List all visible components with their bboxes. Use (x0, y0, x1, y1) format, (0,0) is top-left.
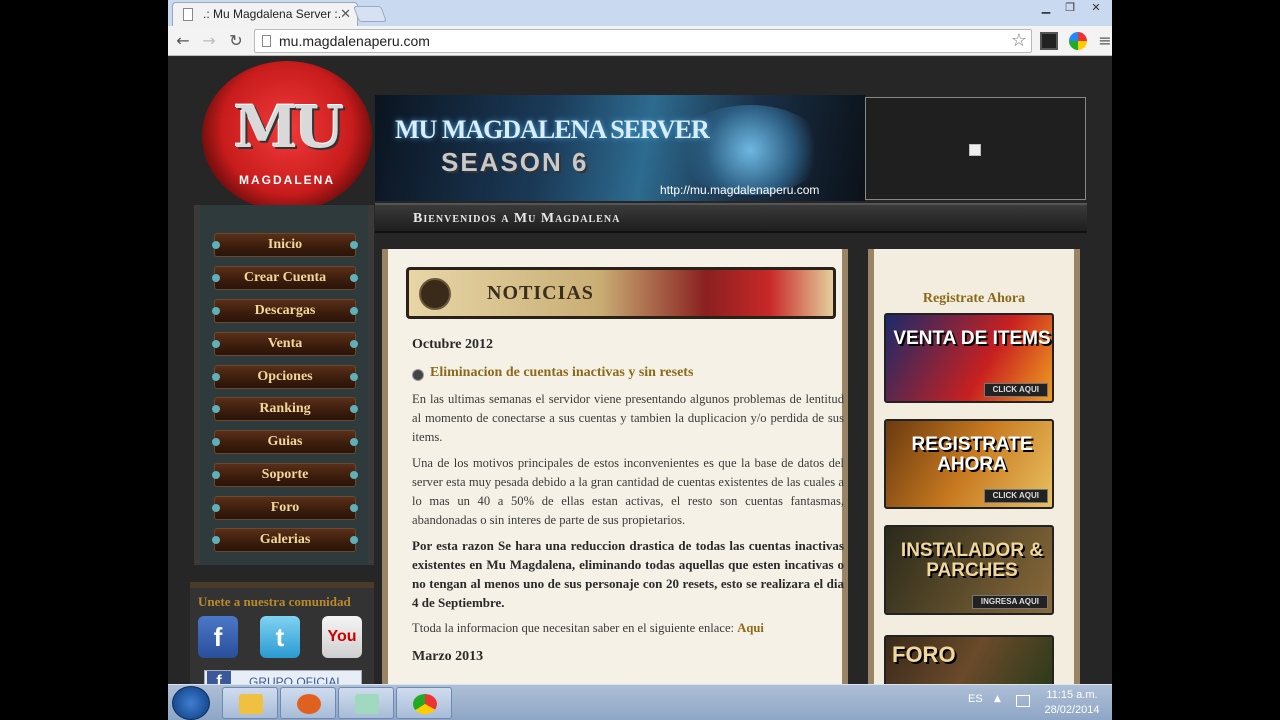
registrate-title: Registrate Ahora (922, 291, 1026, 306)
nav-item-galerias[interactable]: Galerias (212, 528, 358, 552)
start-button[interactable] (172, 686, 210, 720)
taskbar-notes[interactable] (338, 687, 394, 719)
facebook-mini-icon: f (207, 671, 231, 684)
bookmark-star-icon[interactable]: ☆ (1011, 30, 1027, 51)
promo-button[interactable]: CLICK AQUI (983, 383, 1048, 397)
nav-item-inicio[interactable]: Inicio (212, 233, 358, 257)
grupo-label: GRUPO OFICIAL (249, 675, 344, 684)
extension-icon[interactable] (1040, 32, 1058, 50)
news-section-title: NOTICIAS (487, 282, 594, 304)
community-title: Unete a nuestra comunidad (198, 594, 351, 609)
news-headline-1[interactable]: Eliminacion de cuentas inactivas y sin r… (412, 365, 693, 381)
language-indicator[interactable]: ES (968, 693, 983, 705)
promo-foro[interactable]: FORO (884, 635, 1054, 684)
youtube-icon[interactable]: You (322, 616, 362, 658)
news-month-1: Octubre 2012 (412, 337, 494, 352)
close-window-icon[interactable]: ✕ (1084, 0, 1108, 18)
show-hidden-icons[interactable]: ▲ (994, 694, 1001, 704)
notes-icon (355, 694, 379, 714)
twitter-icon[interactable]: t (260, 616, 300, 658)
logo-text: MU (233, 93, 345, 161)
restore-icon[interactable]: ❐ (1058, 0, 1082, 18)
forward-icon[interactable]: → (198, 30, 220, 52)
system-clock[interactable]: 11:15 a.m. 28/02/2014 (1038, 688, 1106, 718)
news-header-banner: NOTICIAS (406, 267, 836, 319)
promo-venta-items[interactable]: VENTA DE ITEMS CLICK AQUI (884, 313, 1054, 403)
news-paragraph-3: Por esta razon Se hara una reduccion dra… (412, 538, 844, 610)
welcome-text: Bienvenidos a Mu Magdalena (413, 211, 621, 226)
taskbar-app[interactable] (280, 687, 336, 719)
nav-item-venta[interactable]: Venta (212, 332, 358, 356)
promo-title: INSTALADOR & PARCHES (900, 540, 1044, 581)
browser-toolbar: ← → ↻ mu.magdalenaperu.com ☆ ≡ (168, 26, 1112, 56)
clock-time: 11:15 a.m. (1046, 689, 1098, 701)
minimize-icon[interactable]: ▁ (1034, 0, 1058, 18)
community-panel: Unete a nuestra comunidad f t You f GRUP… (190, 582, 374, 684)
clock-date: 28/02/2014 (1044, 704, 1100, 716)
nav-item-ranking[interactable]: Ranking (212, 397, 358, 421)
nav-item-guias[interactable]: Guias (212, 430, 358, 454)
nav-item-opciones[interactable]: Opciones (212, 365, 358, 389)
promo-button[interactable]: INGRESA AQUI (971, 595, 1048, 609)
book-icon (419, 278, 451, 310)
title-bar: .: Mu Magdalena Server :. ✕ ▁ ❐ ✕ (168, 0, 1112, 26)
browser-window: .: Mu Magdalena Server :. ✕ ▁ ❐ ✕ ← → ↻ … (168, 0, 1112, 684)
back-icon[interactable]: ← (172, 30, 194, 52)
chrome-extension-icon[interactable] (1069, 32, 1087, 50)
right-sidebar: Registrate Ahora VENTA DE ITEMS CLICK AQ… (868, 249, 1080, 684)
taskbar-explorer[interactable] (222, 687, 278, 719)
nav-item-crear-cuenta[interactable]: Crear Cuenta (212, 266, 358, 290)
news-paragraph-4: Ttoda la informacion que necesitan saber… (412, 619, 844, 638)
promo-button[interactable]: CLICK AQUI (983, 489, 1048, 503)
browser-tab[interactable]: .: Mu Magdalena Server :. ✕ (172, 2, 358, 26)
news-paragraph-4-text: Ttoda la informacion que necesitan saber… (412, 621, 735, 635)
header-banner: MU MAGDALENA SERVER SEASON 6 http://mu.m… (375, 95, 865, 201)
news-month-2: Marzo 2013 (412, 649, 484, 664)
news-content: NOTICIAS Octubre 2012 Eliminacion de cue… (382, 249, 848, 684)
reload-icon[interactable]: ↻ (225, 30, 247, 52)
menu-icon[interactable]: ≡ (1098, 30, 1112, 52)
folder-icon (239, 694, 263, 714)
banner-season: SEASON 6 (441, 147, 589, 177)
news-paragraph-2: Una de los motivos principales de estos … (412, 456, 844, 527)
action-center-icon[interactable] (1016, 695, 1030, 707)
taskbar-chrome[interactable] (396, 687, 452, 719)
left-navigation: Inicio Crear Cuenta Descargas Venta Opci… (194, 205, 374, 565)
nav-item-soporte[interactable]: Soporte (212, 463, 358, 487)
nav-item-foro[interactable]: Foro (212, 496, 358, 520)
url-text: mu.magdalenaperu.com (279, 33, 430, 49)
site-logo[interactable]: MU MAGDALENA (202, 61, 372, 213)
promo-registrate-ahora[interactable]: REGISTRATE AHORA CLICK AQUI (884, 419, 1054, 509)
windows-taskbar: ES ▲ 11:15 a.m. 28/02/2014 (168, 684, 1112, 720)
banner-url: http://mu.magdalenaperu.com (660, 183, 820, 197)
welcome-bar: Bienvenidos a Mu Magdalena (375, 203, 1087, 233)
nav-item-descargas[interactable]: Descargas (212, 299, 358, 323)
news-paragraph-1: En las ultimas semanas el servidor viene… (412, 392, 844, 444)
logo-subtitle: MAGDALENA (239, 173, 335, 187)
page-icon (262, 35, 271, 47)
grupo-oficial-button[interactable]: f GRUPO OFICIAL (204, 670, 362, 684)
broken-image-icon (969, 144, 981, 156)
promo-title: VENTA DE ITEMS (893, 328, 1051, 349)
aqui-link[interactable]: Aqui (737, 621, 764, 635)
promo-instalador-parches[interactable]: INSTALADOR & PARCHES INGRESA AQUI (884, 525, 1054, 615)
ad-box (865, 97, 1086, 200)
facebook-icon[interactable]: f (198, 616, 238, 658)
page-icon (183, 8, 193, 21)
tab-title: .: Mu Magdalena Server :. (203, 7, 342, 21)
promo-title: FORO (892, 642, 956, 667)
web-page: MU MAGDALENA MU MAGDALENA SERVER SEASON … (168, 57, 1112, 684)
chrome-icon (413, 694, 437, 714)
close-tab-icon[interactable]: ✕ (340, 6, 351, 22)
address-bar[interactable]: mu.magdalenaperu.com ☆ (254, 29, 1032, 53)
banner-title: MU MAGDALENA SERVER (395, 115, 710, 144)
app-icon (297, 694, 321, 714)
promo-title: REGISTRATE AHORA (911, 434, 1033, 475)
new-tab-button[interactable] (353, 6, 387, 22)
